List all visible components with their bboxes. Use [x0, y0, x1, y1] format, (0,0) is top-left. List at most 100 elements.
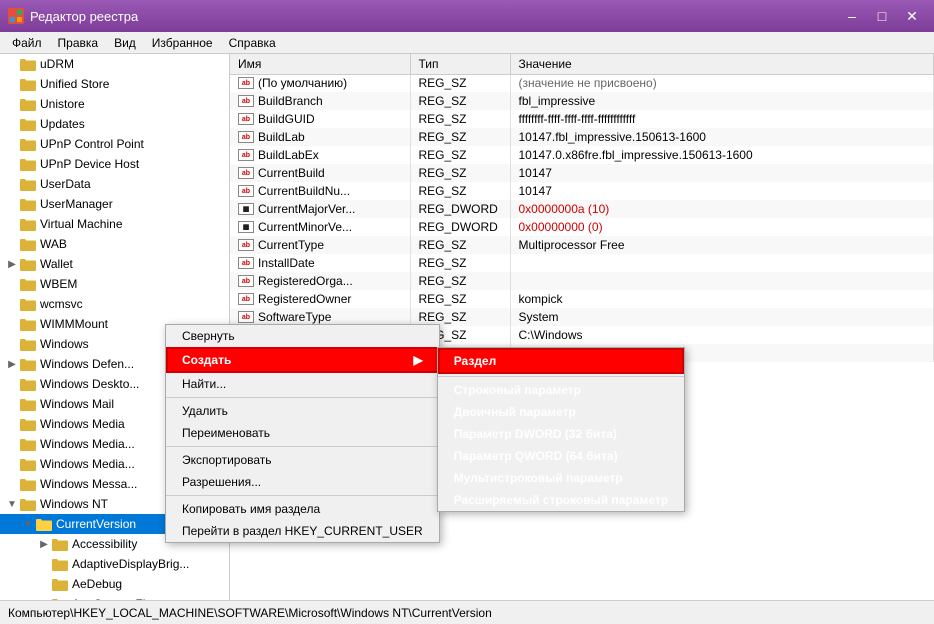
tree-label: Windows Media... — [40, 457, 135, 471]
reg-name: abCurrentBuildNu... — [230, 182, 410, 200]
folder-icon — [20, 217, 36, 231]
ctx-permissions[interactable]: Разрешения... — [166, 471, 439, 493]
ctx-create[interactable]: Создать ▶ Раздел Строковый параметр Двои… — [166, 347, 439, 373]
table-row[interactable]: ▦CurrentMinorVe...REG_DWORD0x00000000 (0… — [230, 218, 934, 236]
tree-label: Updates — [40, 117, 85, 131]
reg-name: abBuildLabEx — [230, 146, 410, 164]
table-row[interactable]: abRegisteredOrga...REG_SZ — [230, 272, 934, 290]
reg-name: abRegisteredOrga... — [230, 272, 410, 290]
col-name: Имя — [230, 54, 410, 74]
folder-icon — [20, 197, 36, 211]
window-controls: – □ ✕ — [838, 5, 926, 27]
status-bar: Компьютер\HKEY_LOCAL_MACHINE\SOFTWARE\Mi… — [0, 600, 934, 624]
reg-value: (значение не присвоено) — [510, 74, 934, 92]
table-row[interactable]: ab(По умолчанию)REG_SZ(значение не присв… — [230, 74, 934, 92]
tree-item[interactable]: wcmsvc — [0, 294, 229, 314]
menu-вид[interactable]: Вид — [106, 34, 144, 52]
ctx-export[interactable]: Экспортировать — [166, 449, 439, 471]
tree-item[interactable]: Unified Store — [0, 74, 229, 94]
col-type: Тип — [410, 54, 510, 74]
maximize-button[interactable]: □ — [868, 5, 896, 27]
submenu-expandstring[interactable]: Расширяемый строковый параметр — [438, 489, 684, 511]
tree-label: WAB — [40, 237, 67, 251]
tree-label: Virtual Machine — [40, 217, 123, 231]
tree-item[interactable]: Virtual Machine — [0, 214, 229, 234]
reg-value: Multiprocessor Free — [510, 236, 934, 254]
submenu-string[interactable]: Строковый параметр — [438, 379, 684, 401]
folder-icon — [20, 417, 36, 431]
tree-item[interactable]: UserData — [0, 174, 229, 194]
tree-item[interactable]: Updates — [0, 114, 229, 134]
tree-item[interactable]: uDRM — [0, 54, 229, 74]
reg-name: ▦CurrentMajorVer... — [230, 200, 410, 218]
table-row[interactable]: abCurrentBuildNu...REG_SZ10147 — [230, 182, 934, 200]
ctx-delete[interactable]: Удалить — [166, 400, 439, 422]
tree-item[interactable]: Wallet — [0, 254, 229, 274]
table-row[interactable]: ▦CurrentMajorVer...REG_DWORD0x0000000a (… — [230, 200, 934, 218]
tree-arrow — [20, 516, 36, 532]
tree-item[interactable]: WBEM — [0, 274, 229, 294]
table-row[interactable]: abCurrentTypeREG_SZMultiprocessor Free — [230, 236, 934, 254]
table-row[interactable]: abBuildLabREG_SZ10147.fbl_impressive.150… — [230, 128, 934, 146]
submenu-multistring[interactable]: Мультистроковый параметр — [438, 467, 684, 489]
reg-type: REG_DWORD — [410, 200, 510, 218]
table-row[interactable]: abBuildBranchREG_SZfbl_impressive — [230, 92, 934, 110]
ctx-rename[interactable]: Переименовать — [166, 422, 439, 444]
submenu-binary[interactable]: Двоичный параметр — [438, 401, 684, 423]
folder-icon — [20, 457, 36, 471]
reg-type: REG_SZ — [410, 164, 510, 182]
submenu-qword[interactable]: Параметр QWORD (64 бита) — [438, 445, 684, 467]
reg-value: kompick — [510, 290, 934, 308]
ctx-copy-name[interactable]: Копировать имя раздела — [166, 498, 439, 520]
submenu: Раздел Строковый параметр Двоичный парам… — [437, 347, 685, 512]
reg-value: 10147.0.x86fre.fbl_impressive.150613-160… — [510, 146, 934, 164]
table-row[interactable]: abCurrentBuildREG_SZ10147 — [230, 164, 934, 182]
minimize-button[interactable]: – — [838, 5, 866, 27]
folder-icon — [20, 317, 36, 331]
submenu-section[interactable]: Раздел — [438, 348, 684, 374]
reg-value: 10147.fbl_impressive.150613-1600 — [510, 128, 934, 146]
close-button[interactable]: ✕ — [898, 5, 926, 27]
window-title: Редактор реестра — [30, 9, 138, 24]
tree-item[interactable]: AppCompatFlags — [0, 594, 229, 600]
table-row[interactable]: abBuildLabExREG_SZ10147.0.x86fre.fbl_imp… — [230, 146, 934, 164]
tree-item[interactable]: UserManager — [0, 194, 229, 214]
tree-item[interactable]: WAB — [0, 234, 229, 254]
menu-bar: ФайлПравкаВидИзбранноеСправка — [0, 32, 934, 54]
folder-icon — [20, 177, 36, 191]
tree-item[interactable]: UPnP Control Point — [0, 134, 229, 154]
tree-label: Unistore — [40, 97, 85, 111]
reg-name: abCurrentType — [230, 236, 410, 254]
ctx-collapse[interactable]: Свернуть — [166, 325, 439, 347]
folder-icon — [20, 477, 36, 491]
table-row[interactable]: abInstallDateREG_SZ — [230, 254, 934, 272]
tree-label: AppCompatFlags — [72, 597, 165, 600]
ctx-goto-hkcu[interactable]: Перейти в раздел HKEY_CURRENT_USER — [166, 520, 439, 542]
reg-name: ▦CurrentMinorVe... — [230, 218, 410, 236]
folder-icon — [20, 337, 36, 351]
tree-item[interactable]: AdaptiveDisplayBrig... — [0, 554, 229, 574]
tree-item[interactable]: UPnP Device Host — [0, 154, 229, 174]
reg-value — [510, 254, 934, 272]
col-value: Значение — [510, 54, 934, 74]
tree-label: UserData — [40, 177, 91, 191]
tree-item[interactable]: Unistore — [0, 94, 229, 114]
tree-arrow — [4, 356, 20, 372]
tree-label: Accessibility — [72, 537, 137, 551]
menu-избранное[interactable]: Избранное — [144, 34, 221, 52]
table-row[interactable]: abRegisteredOwnerREG_SZkompick — [230, 290, 934, 308]
submenu-dword[interactable]: Параметр DWORD (32 бита) — [438, 423, 684, 445]
menu-справка[interactable]: Справка — [221, 34, 284, 52]
tree-label: Windows NT — [40, 497, 108, 511]
tree-label: Windows Messa... — [40, 477, 137, 491]
tree-item[interactable]: AeDebug — [0, 574, 229, 594]
reg-name: abBuildBranch — [230, 92, 410, 110]
folder-icon — [20, 77, 36, 91]
table-row[interactable]: abBuildGUIDREG_SZffffffff-ffff-ffff-ffff… — [230, 110, 934, 128]
ctx-find[interactable]: Найти... — [166, 373, 439, 395]
reg-value: 10147 — [510, 164, 934, 182]
reg-name: ab(По умолчанию) — [230, 74, 410, 92]
reg-type: REG_SZ — [410, 146, 510, 164]
menu-правка[interactable]: Правка — [50, 34, 107, 52]
menu-файл[interactable]: Файл — [4, 34, 50, 52]
